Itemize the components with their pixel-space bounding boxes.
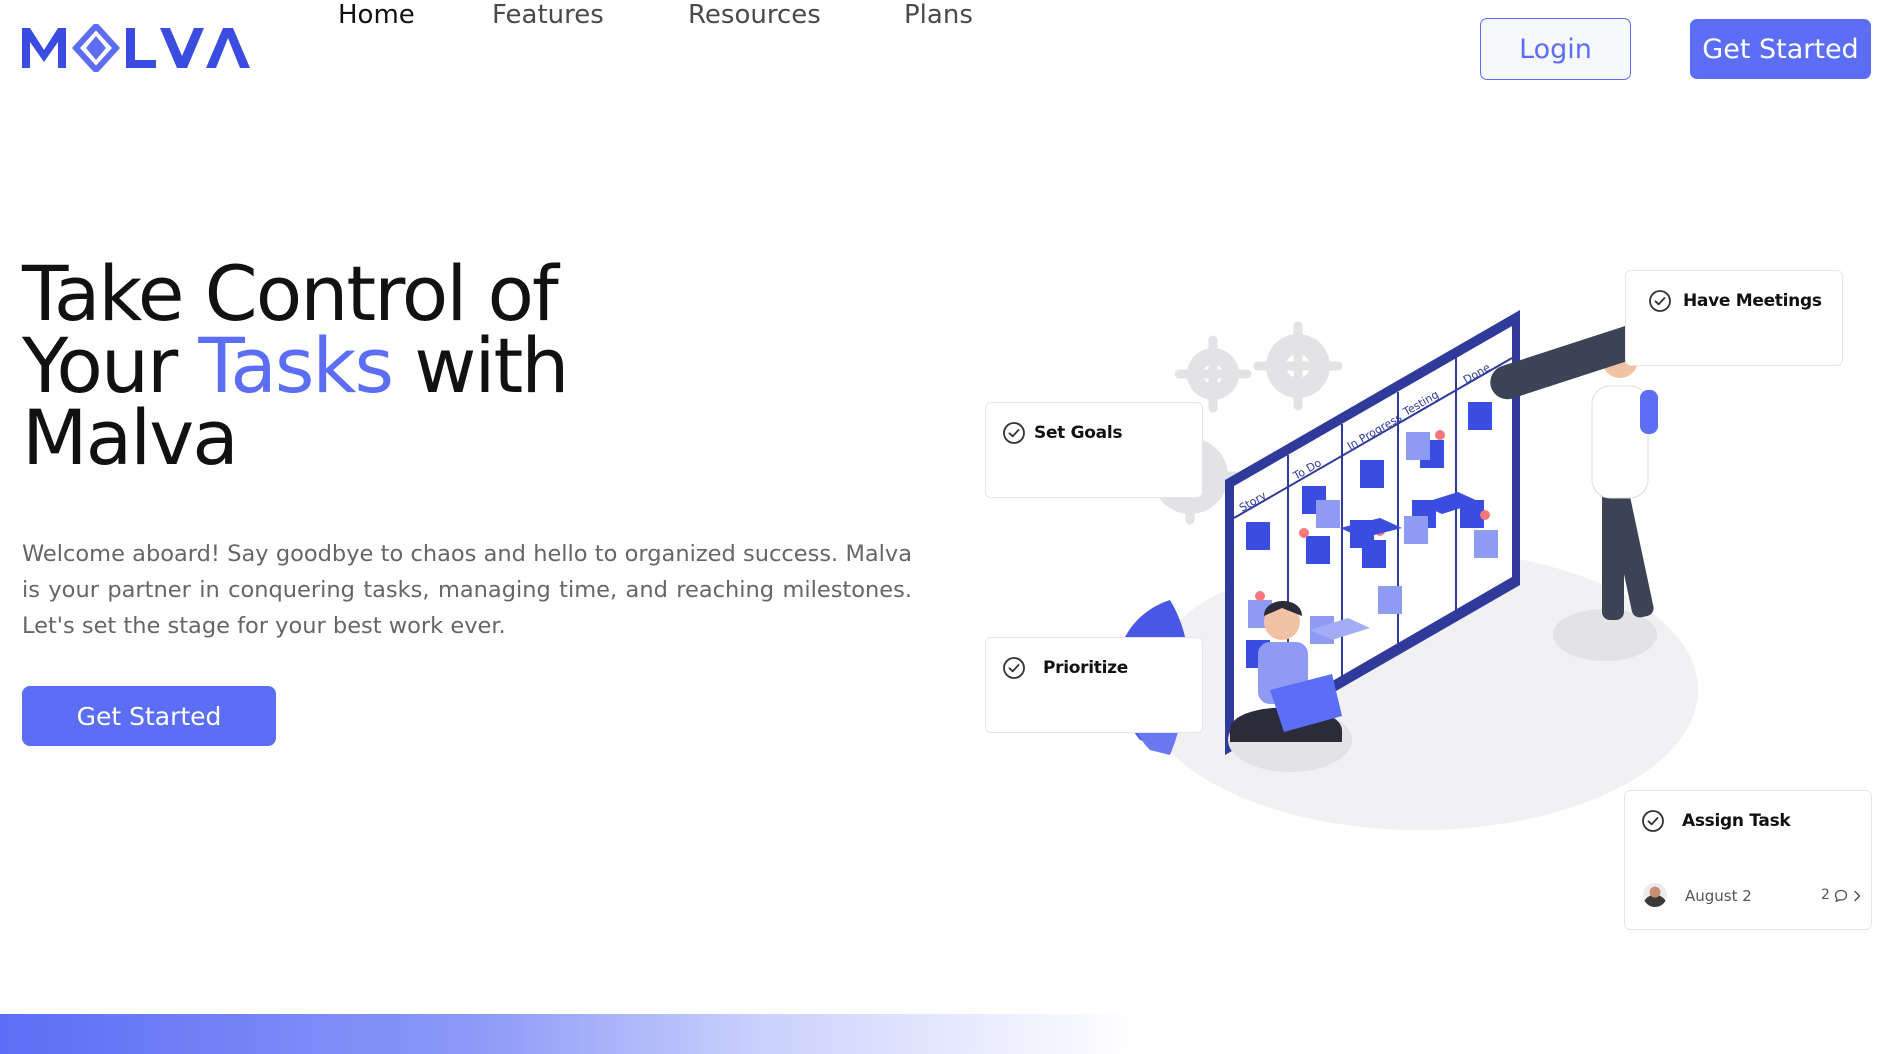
header-get-started-button[interactable]: Get Started <box>1690 19 1871 79</box>
task-card-label: Set Goals <box>1034 423 1123 443</box>
comment-icon <box>1834 889 1848 903</box>
login-button[interactable]: Login <box>1480 18 1631 80</box>
nav-home[interactable]: Home <box>338 0 415 32</box>
task-due-date: August 2 <box>1685 887 1752 905</box>
task-card-have-meetings[interactable]: Have Meetings <box>1625 270 1843 366</box>
kanban-board-illustration: Story To Do In Progress Testing Done <box>1116 307 1704 830</box>
task-card-prioritize[interactable]: Prioritize <box>985 637 1203 733</box>
hero-title-line3: Malva <box>22 393 239 482</box>
brand-logo[interactable] <box>22 21 252 75</box>
check-circle-icon <box>1003 422 1025 444</box>
malva-logo-icon <box>22 21 250 75</box>
task-card-label: Assign Task <box>1682 811 1791 831</box>
hero-description: Welcome aboard! Say goodbye to chaos and… <box>22 541 912 639</box>
site-header: Home Features Resources Plans Login Get … <box>0 0 1888 100</box>
hero-get-started-button[interactable]: Get Started <box>22 686 276 746</box>
assignee-avatar <box>1643 883 1667 907</box>
nav-plans[interactable]: Plans <box>904 0 973 32</box>
task-card-assign-task[interactable]: Assign Task August 2 2 <box>1624 790 1872 930</box>
comment-count: 2 <box>1821 887 1830 903</box>
nav-resources[interactable]: Resources <box>688 0 821 32</box>
check-circle-icon <box>1649 290 1671 312</box>
task-card-label: Have Meetings <box>1683 291 1822 311</box>
check-circle-icon <box>1642 810 1664 832</box>
section-gradient-bar <box>0 1014 1888 1054</box>
nav-features[interactable]: Features <box>492 0 604 32</box>
hero-title-with: with <box>414 321 569 410</box>
chevron-right-icon[interactable] <box>1851 889 1863 903</box>
check-circle-icon <box>1003 657 1025 679</box>
hero-title: Take Control of Your Tasks with Malva <box>22 256 722 476</box>
kanban-illustration: Story To Do In Progress Testing Done <box>1080 290 1740 830</box>
task-card-set-goals[interactable]: Set Goals <box>985 402 1203 498</box>
task-card-label: Prioritize <box>1043 658 1128 678</box>
